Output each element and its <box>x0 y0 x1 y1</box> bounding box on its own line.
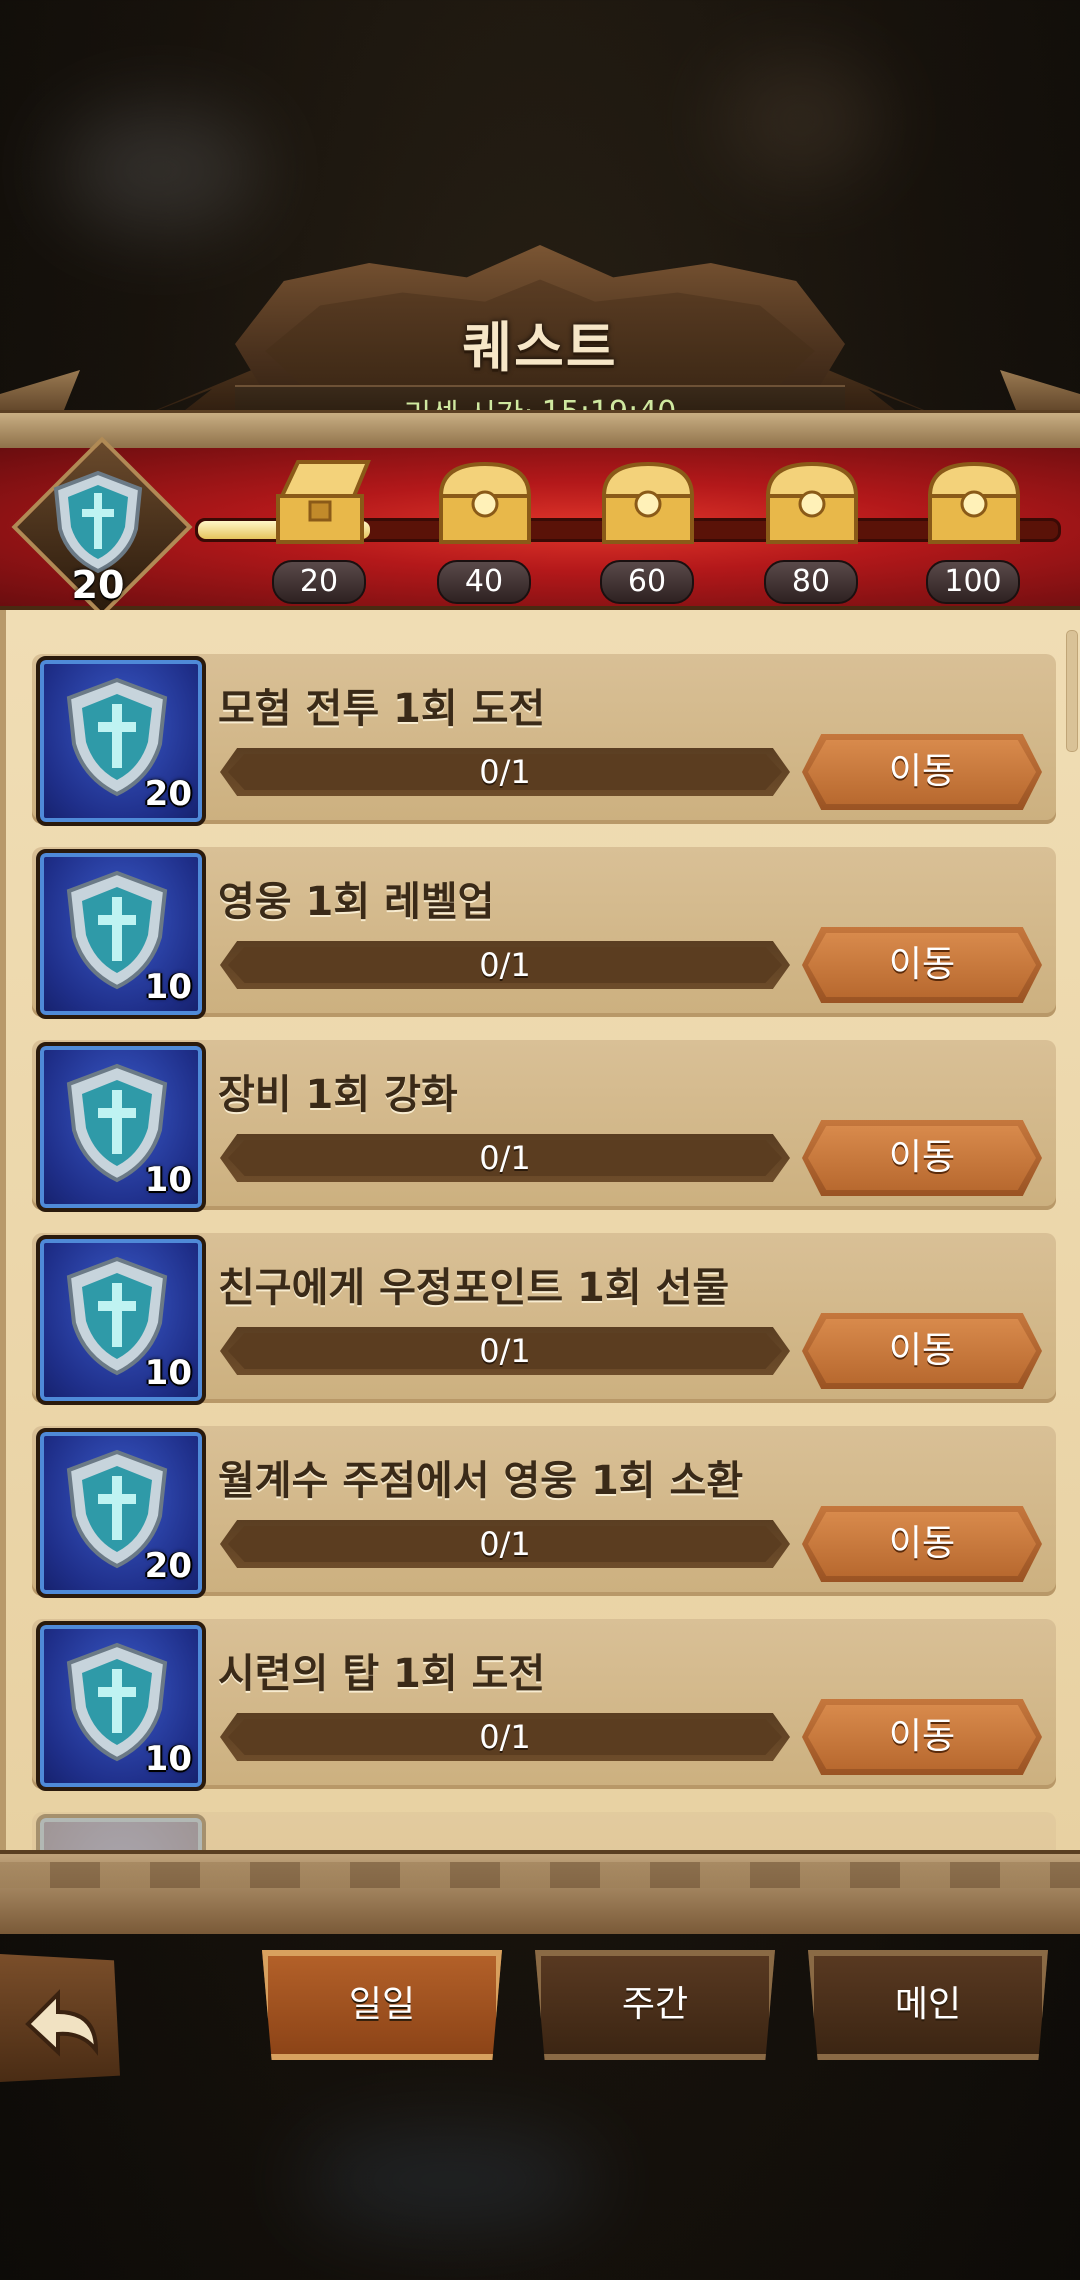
milestone-value: 20 <box>272 560 366 604</box>
quest-card: 20 월계수 주점에서 영웅 1회 소환 0/1 이동 <box>32 1426 1056 1598</box>
quest-title: 장비 1회 강화 <box>218 1072 458 1118</box>
quest-card: 10 친구에게 우정포인트 1회 선물 0/1 이동 <box>32 1233 1056 1405</box>
quest-progress-text: 0/1 <box>479 1718 531 1756</box>
quest-title: 영웅 1회 레벨업 <box>218 879 495 925</box>
quest-progress-text: 0/1 <box>479 753 531 791</box>
page-title: 퀘스트 <box>462 316 618 379</box>
quest-progress-band: 20 20 40 60 80 100 <box>0 436 1080 618</box>
quest-icon: 20 <box>36 1428 206 1598</box>
milestone-value: 100 <box>926 560 1020 604</box>
go-button-label: 이동 <box>888 1523 956 1564</box>
quest-icon: 20 <box>36 656 206 826</box>
go-button-label: 이동 <box>888 1330 956 1371</box>
chest-icon <box>438 461 532 544</box>
quest-progress-text: 0/1 <box>479 1332 531 1370</box>
milestone-chest[interactable]: 40 <box>425 448 545 606</box>
quest-progress-bar: 0/1 <box>220 941 790 989</box>
quest-card: 10 영웅 1회 레벨업 0/1 이동 <box>32 847 1056 1019</box>
chest-icon <box>601 461 695 544</box>
milestone-value: 60 <box>600 560 694 604</box>
go-button[interactable]: 이동 <box>802 927 1042 1003</box>
milestone-value: 80 <box>764 560 858 604</box>
background-blur <box>300 2130 600 2230</box>
milestone-value: 40 <box>437 560 531 604</box>
scrollbar[interactable] <box>1066 630 1078 752</box>
quest-reward: 10 <box>144 1353 192 1393</box>
quest-reward: 10 <box>144 967 192 1007</box>
quest-progress-bar: 0/1 <box>220 748 790 796</box>
milestone-chest[interactable]: 60 <box>588 448 708 606</box>
go-button-label: 이동 <box>888 944 956 985</box>
go-button[interactable]: 이동 <box>802 1313 1042 1389</box>
tab-daily-label: 일일 <box>348 1984 416 2025</box>
quest-icon: 10 <box>36 1235 206 1405</box>
quest-progress-text: 0/1 <box>479 946 531 984</box>
quest-progress-bar: 0/1 <box>220 1520 790 1568</box>
quest-title: 시련의 탑 1회 도전 <box>218 1651 546 1697</box>
quest-card: 10 장비 1회 강화 0/1 이동 <box>32 1040 1056 1212</box>
quest-reward: 20 <box>144 774 192 814</box>
quest-progress-text: 0/1 <box>479 1525 531 1563</box>
quest-reward: 10 <box>144 1739 192 1779</box>
go-button-label: 이동 <box>888 1137 956 1178</box>
go-button-label: 이동 <box>888 1716 956 1757</box>
quest-icon: 10 <box>36 849 206 1019</box>
background-blur <box>720 60 880 180</box>
chest-open-icon <box>276 460 371 544</box>
go-button[interactable]: 이동 <box>802 1120 1042 1196</box>
go-button-label: 이동 <box>888 751 956 792</box>
quest-progress-text: 0/1 <box>479 1139 531 1177</box>
panel-bottom-rail <box>0 1850 1080 1934</box>
go-button[interactable]: 이동 <box>802 1506 1042 1582</box>
go-button[interactable]: 이동 <box>802 1699 1042 1775</box>
back-button[interactable] <box>0 1954 120 2082</box>
quest-icon: 10 <box>36 1621 206 1791</box>
tab-weekly-label: 주간 <box>621 1984 689 2025</box>
tab-daily[interactable]: 일일 <box>262 1950 502 2060</box>
quest-title: 모험 전투 1회 도전 <box>218 686 546 732</box>
quest-title: 친구에게 우정포인트 1회 선물 <box>218 1265 730 1311</box>
chest-icon <box>927 461 1021 544</box>
level-value: 20 <box>71 563 125 607</box>
tab-main-label: 메인 <box>894 1984 962 2025</box>
quest-list[interactable]: 20 모험 전투 1회 도전 0/1 이동 10 영웅 1회 레벨업 0/1 이… <box>0 610 1080 1860</box>
quest-card: 10 시련의 탑 1회 도전 0/1 이동 <box>32 1619 1056 1791</box>
background-blur <box>60 110 260 230</box>
quest-progress-bar: 0/1 <box>220 1134 790 1182</box>
back-arrow-icon <box>25 1989 99 2057</box>
milestone-chest[interactable]: 100 <box>914 448 1034 606</box>
quest-icon: 10 <box>36 1042 206 1212</box>
level-badge: 20 <box>11 436 193 618</box>
tab-main[interactable]: 메인 <box>808 1950 1048 2060</box>
quest-reward: 10 <box>144 1160 192 1200</box>
quest-progress-bar: 0/1 <box>220 1713 790 1761</box>
quest-card: 20 모험 전투 1회 도전 0/1 이동 <box>32 654 1056 826</box>
quest-progress-bar: 0/1 <box>220 1327 790 1375</box>
milestone-chest[interactable]: 20 <box>260 448 380 606</box>
milestone-chest[interactable]: 80 <box>752 448 872 606</box>
quest-title: 월계수 주점에서 영웅 1회 소환 <box>218 1458 744 1504</box>
quest-reward: 20 <box>144 1546 192 1586</box>
go-button[interactable]: 이동 <box>802 734 1042 810</box>
bottom-nav: 일일 주간 메인 <box>0 1930 1080 2090</box>
tab-weekly[interactable]: 주간 <box>535 1950 775 2060</box>
chest-icon <box>765 461 859 544</box>
